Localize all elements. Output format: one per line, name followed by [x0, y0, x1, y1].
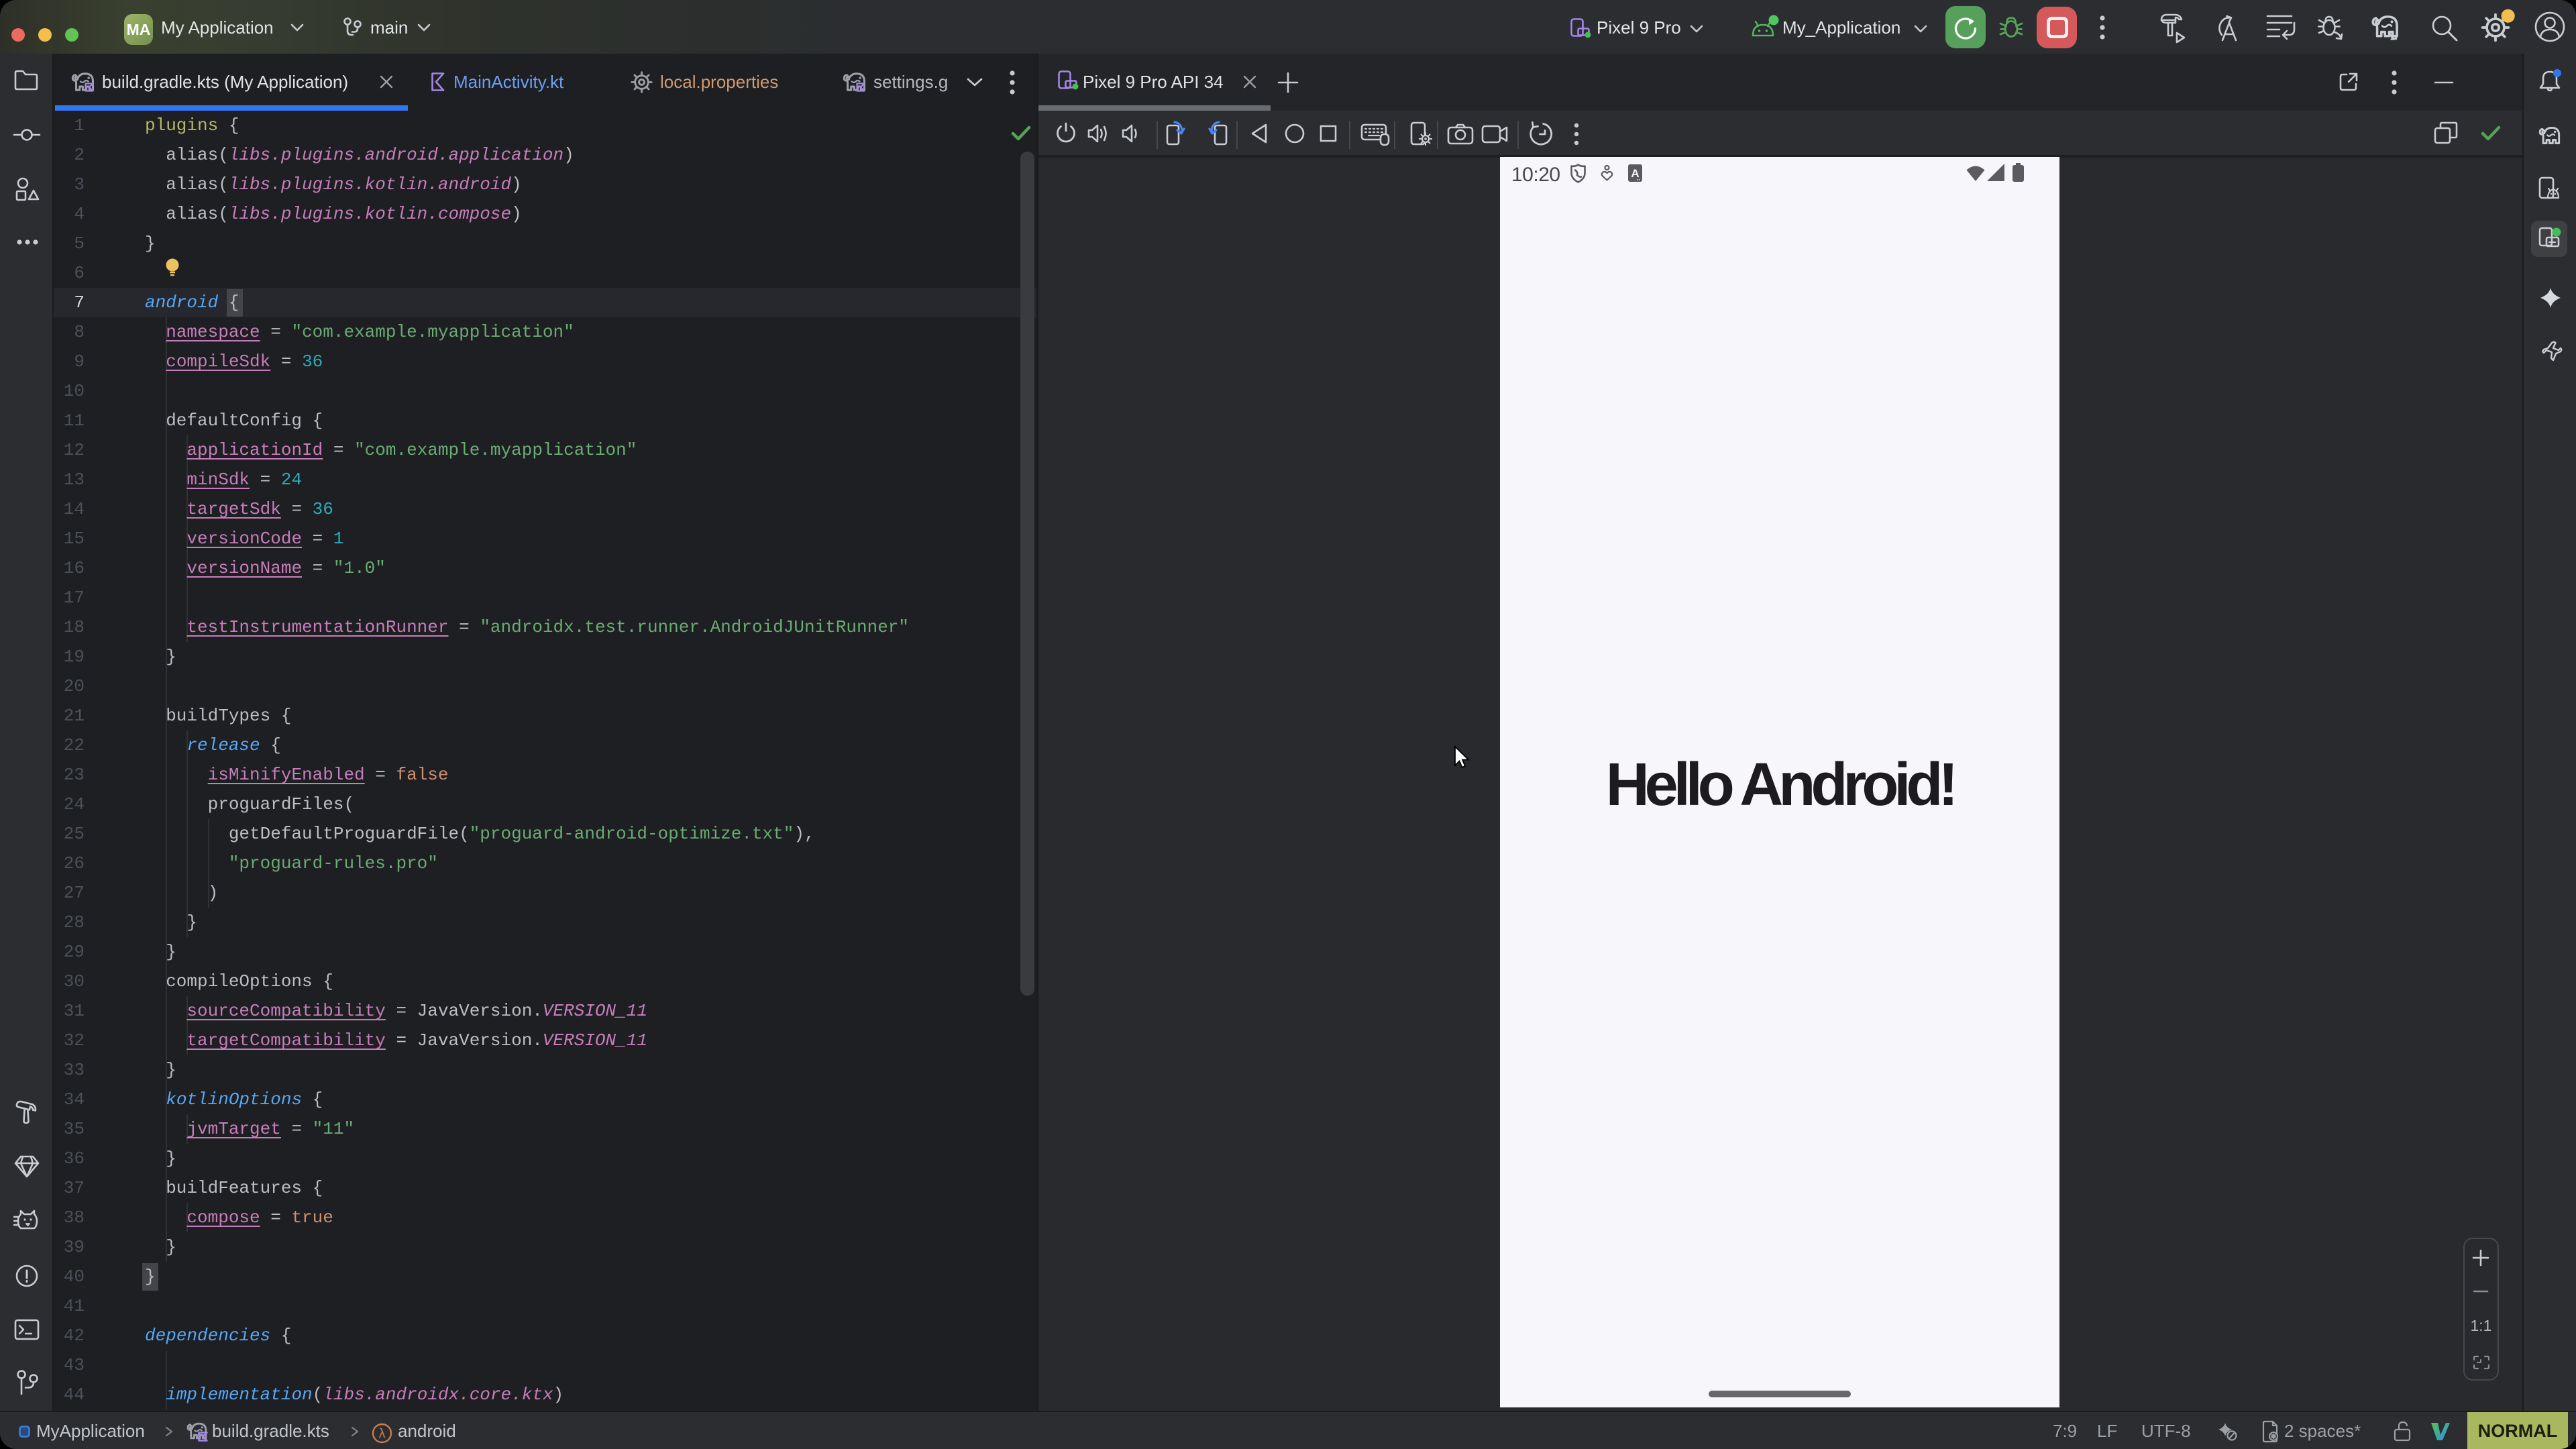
svg-text:λ: λ	[379, 1427, 386, 1442]
svg-text:A: A	[1631, 167, 1639, 180]
